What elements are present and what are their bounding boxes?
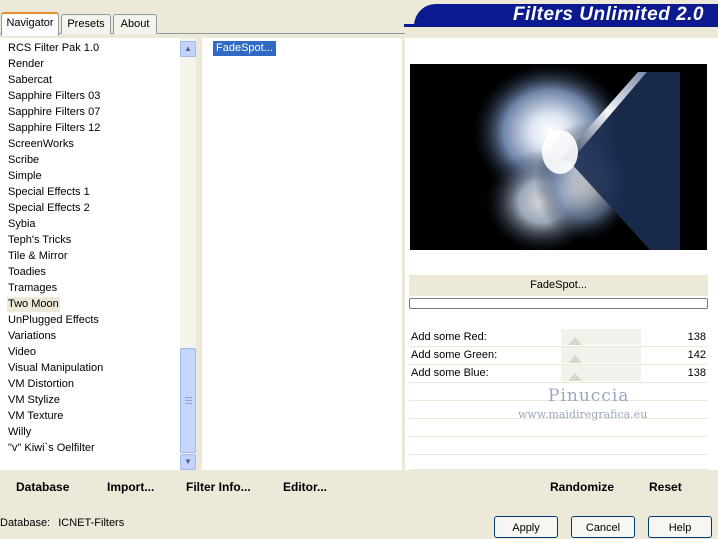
category-item[interactable]: Sapphire Filters 12 bbox=[7, 121, 101, 136]
param-slider-track[interactable] bbox=[561, 365, 641, 381]
category-item[interactable]: Special Effects 2 bbox=[7, 201, 91, 216]
param-label: Add some Red: bbox=[411, 331, 487, 343]
reset-button[interactable]: Reset bbox=[649, 479, 682, 495]
category-item[interactable]: Sapphire Filters 07 bbox=[7, 105, 101, 120]
category-list[interactable]: RCS Filter Pak 1.0 Render Sabercat Sapphire… bbox=[0, 38, 180, 470]
preview-image bbox=[410, 64, 707, 250]
apply-button[interactable]: Apply bbox=[494, 516, 558, 538]
scroll-up-arrow-icon[interactable]: ▲ bbox=[180, 41, 196, 57]
category-item[interactable]: Variations bbox=[7, 329, 57, 344]
randomize-button[interactable]: Randomize bbox=[550, 479, 614, 495]
empty-param-row bbox=[409, 419, 708, 437]
category-item[interactable]: Scribe bbox=[7, 153, 40, 168]
category-item[interactable]: UnPlugged Effects bbox=[7, 313, 100, 328]
param-slider-row[interactable]: Add some Red: 138 bbox=[409, 329, 708, 347]
slider-thumb-icon[interactable] bbox=[568, 337, 582, 345]
selected-filter-name: FadeSpot... bbox=[409, 275, 708, 296]
scrollbar-thumb[interactable] bbox=[180, 348, 196, 453]
category-item[interactable]: Tile & Mirror bbox=[7, 249, 68, 264]
tab-presets[interactable]: Presets bbox=[61, 14, 111, 34]
category-item[interactable]: Sabercat bbox=[7, 73, 53, 88]
param-slider-track[interactable] bbox=[561, 347, 641, 363]
filter-item[interactable]: FadeSpot... bbox=[213, 41, 276, 56]
param-value: 142 bbox=[687, 349, 706, 361]
category-item[interactable]: Tramages bbox=[7, 281, 58, 296]
category-item[interactable]: VM Distortion bbox=[7, 377, 75, 392]
param-slider-track[interactable] bbox=[561, 329, 641, 345]
category-item[interactable]: RCS Filter Pak 1.0 bbox=[7, 41, 100, 56]
category-item[interactable]: Render bbox=[7, 57, 45, 72]
param-value: 138 bbox=[687, 367, 706, 379]
status-database-value: ICNET-Filters bbox=[58, 517, 125, 529]
slider-thumb-icon[interactable] bbox=[568, 373, 582, 381]
editor-button[interactable]: Editor... bbox=[283, 479, 327, 495]
category-item[interactable]: Willy bbox=[7, 425, 32, 440]
watermark-url: www.maidiregrafica.eu bbox=[518, 408, 648, 421]
category-item[interactable]: Simple bbox=[7, 169, 43, 184]
tab-about[interactable]: About bbox=[113, 14, 157, 34]
status-label: Database: bbox=[0, 517, 51, 529]
filter-list[interactable]: FadeSpot... bbox=[202, 38, 402, 470]
category-scrollbar[interactable]: ▲ ▼ bbox=[180, 38, 196, 470]
empty-param-row bbox=[409, 455, 708, 470]
title-banner: Filters Unlimited 2.0 bbox=[414, 4, 718, 26]
category-item[interactable]: ScreenWorks bbox=[7, 137, 75, 152]
param-value: 138 bbox=[687, 331, 706, 343]
category-item[interactable]: VM Stylize bbox=[7, 393, 61, 408]
param-label: Add some Green: bbox=[411, 349, 498, 361]
category-item[interactable]: VM Texture bbox=[7, 409, 64, 424]
category-item[interactable]: Sybia bbox=[7, 217, 37, 232]
status-bar: Database: ICNET-Filters bbox=[0, 516, 124, 530]
category-item[interactable]: Video bbox=[7, 345, 37, 360]
empty-param-row bbox=[409, 437, 708, 455]
help-button[interactable]: Help bbox=[648, 516, 712, 538]
import-button[interactable]: Import... bbox=[107, 479, 154, 495]
category-item[interactable]: Visual Manipulation bbox=[7, 361, 104, 376]
database-button[interactable]: Database bbox=[16, 479, 69, 495]
filter-info-button[interactable]: Filter Info... bbox=[186, 479, 251, 495]
category-item[interactable]: Sapphire Filters 03 bbox=[7, 89, 101, 104]
banner-title: Filters Unlimited 2.0 bbox=[512, 4, 704, 25]
category-item[interactable]: Teph's Tricks bbox=[7, 233, 72, 248]
tab-navigator[interactable]: Navigator bbox=[1, 12, 59, 36]
scroll-down-arrow-icon[interactable]: ▼ bbox=[180, 454, 196, 470]
slider-thumb-icon[interactable] bbox=[568, 355, 582, 363]
param-slider-row[interactable]: Add some Green: 142 bbox=[409, 347, 708, 365]
progress-bar bbox=[409, 298, 708, 309]
category-item[interactable]: Special Effects 1 bbox=[7, 185, 91, 200]
category-item[interactable]: "v" Kiwi`s Oelfilter bbox=[7, 441, 96, 456]
cancel-button[interactable]: Cancel bbox=[571, 516, 635, 538]
category-item[interactable]: Toadies bbox=[7, 265, 47, 280]
watermark-name: Pinuccia bbox=[548, 386, 630, 406]
param-slider-row[interactable]: Add some Blue: 138 bbox=[409, 365, 708, 383]
category-item[interactable]: Two Moon bbox=[7, 297, 60, 312]
param-label: Add some Blue: bbox=[411, 367, 489, 379]
